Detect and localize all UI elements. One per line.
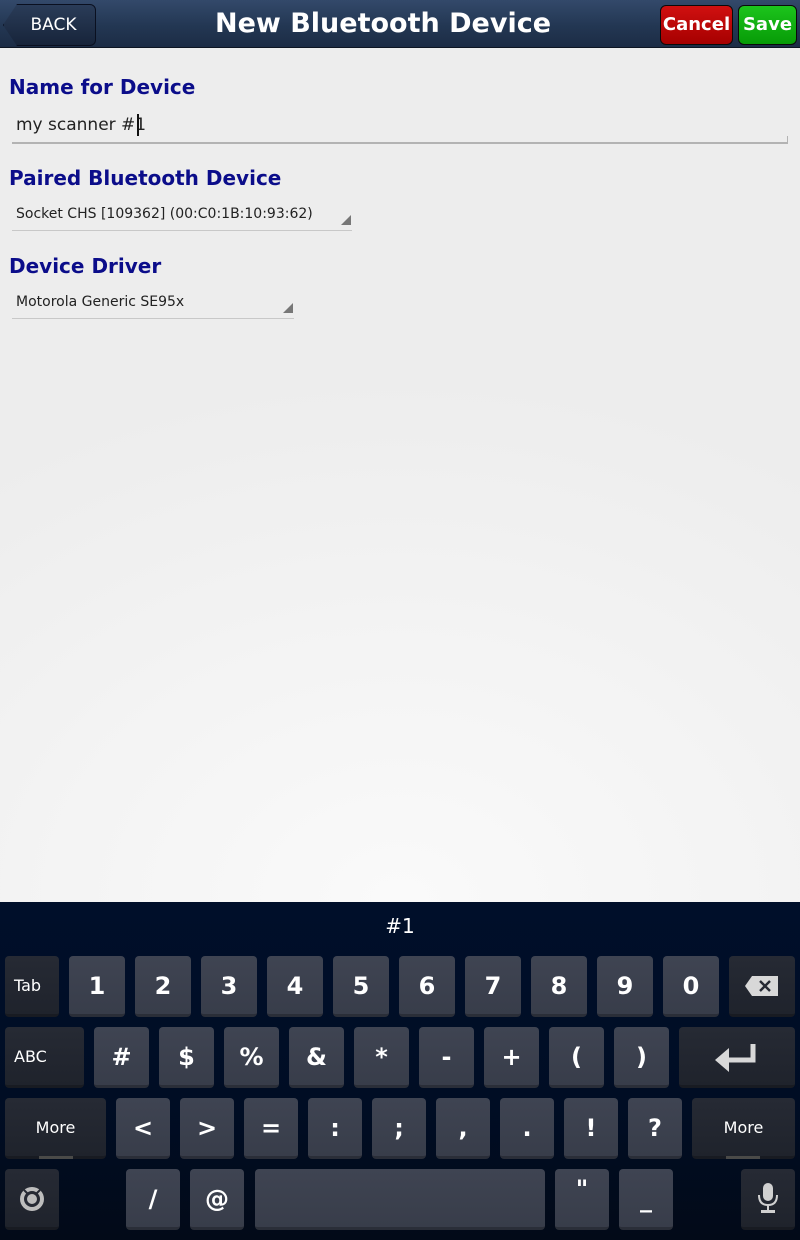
backspace-icon xyxy=(745,976,778,996)
key[interactable]: : xyxy=(308,1098,362,1159)
dropdown-triangle-icon xyxy=(283,303,293,313)
key[interactable]: & xyxy=(289,1027,344,1088)
tab-key[interactable]: Tab xyxy=(5,956,59,1017)
cancel-button[interactable]: Cancel xyxy=(660,5,733,45)
more-left-key[interactable]: More xyxy=(5,1098,106,1159)
key[interactable]: . xyxy=(500,1098,554,1159)
settings-icon xyxy=(20,1187,44,1211)
key[interactable]: _ xyxy=(619,1169,673,1230)
more-right-label: More xyxy=(723,1118,764,1137)
paired-device-select[interactable]: Socket CHS [109362] (00:C0:1B:10:93:62) xyxy=(12,199,352,231)
device-name-input[interactable] xyxy=(12,108,788,144)
abc-key[interactable]: ABC xyxy=(5,1027,84,1088)
key[interactable]: 1 xyxy=(69,956,125,1017)
key[interactable]: < xyxy=(116,1098,170,1159)
key[interactable]: " xyxy=(555,1169,609,1230)
soft-keyboard: #1 Tab 1 2 3 4 5 6 7 8 9 0 ABC # $ % & *… xyxy=(0,902,800,1240)
key[interactable]: - xyxy=(419,1027,474,1088)
key[interactable]: * xyxy=(354,1027,409,1088)
key[interactable]: ! xyxy=(564,1098,618,1159)
microphone-key[interactable] xyxy=(741,1169,795,1230)
device-driver-value: Motorola Generic SE95x xyxy=(16,294,185,310)
key[interactable]: 8 xyxy=(531,956,587,1017)
key[interactable]: ; xyxy=(372,1098,426,1159)
key[interactable]: 7 xyxy=(465,956,521,1017)
back-button[interactable]: BACK xyxy=(3,4,96,46)
page-title-text: New Bluetooth Device xyxy=(214,8,552,39)
popup-indicator xyxy=(39,1156,73,1159)
key[interactable]: ? xyxy=(628,1098,682,1159)
text-cursor xyxy=(137,114,139,136)
key[interactable]: 2 xyxy=(135,956,191,1017)
paired-device-label: Paired Bluetooth Device xyxy=(9,166,282,190)
key[interactable]: @ xyxy=(190,1169,244,1230)
key[interactable]: , xyxy=(436,1098,490,1159)
key[interactable]: = xyxy=(244,1098,298,1159)
key[interactable]: # xyxy=(94,1027,149,1088)
paired-device-value: Socket CHS [109362] (00:C0:1B:10:93:62) xyxy=(16,206,313,222)
enter-icon xyxy=(715,1044,756,1072)
more-left-label: More xyxy=(35,1118,76,1137)
enter-key[interactable] xyxy=(679,1027,795,1088)
key[interactable]: 4 xyxy=(267,956,323,1017)
key[interactable]: ( xyxy=(549,1027,604,1088)
name-label: Name for Device xyxy=(9,75,196,99)
key[interactable]: 3 xyxy=(201,956,257,1017)
key[interactable]: > xyxy=(180,1098,234,1159)
key[interactable]: % xyxy=(224,1027,279,1088)
more-right-key[interactable]: More xyxy=(692,1098,795,1159)
key[interactable]: ) xyxy=(614,1027,669,1088)
microphone-icon xyxy=(758,1183,778,1213)
key[interactable]: 5 xyxy=(333,956,389,1017)
suggestion-candidate[interactable]: #1 xyxy=(0,914,800,938)
key[interactable]: / xyxy=(126,1169,180,1230)
save-button[interactable]: Save xyxy=(738,5,797,45)
backspace-key[interactable] xyxy=(729,956,795,1017)
device-driver-select[interactable]: Motorola Generic SE95x xyxy=(12,287,294,319)
key[interactable]: $ xyxy=(159,1027,214,1088)
key[interactable]: + xyxy=(484,1027,539,1088)
dropdown-triangle-icon xyxy=(341,215,351,225)
key[interactable]: 0 xyxy=(663,956,719,1017)
space-key[interactable] xyxy=(255,1169,545,1230)
popup-indicator xyxy=(726,1156,760,1159)
key[interactable]: 9 xyxy=(597,956,653,1017)
key[interactable]: 6 xyxy=(399,956,455,1017)
top-bar: BACK New Bluetooth Device Cancel Save xyxy=(0,0,800,48)
device-driver-label: Device Driver xyxy=(9,254,162,278)
settings-key[interactable] xyxy=(5,1169,59,1230)
